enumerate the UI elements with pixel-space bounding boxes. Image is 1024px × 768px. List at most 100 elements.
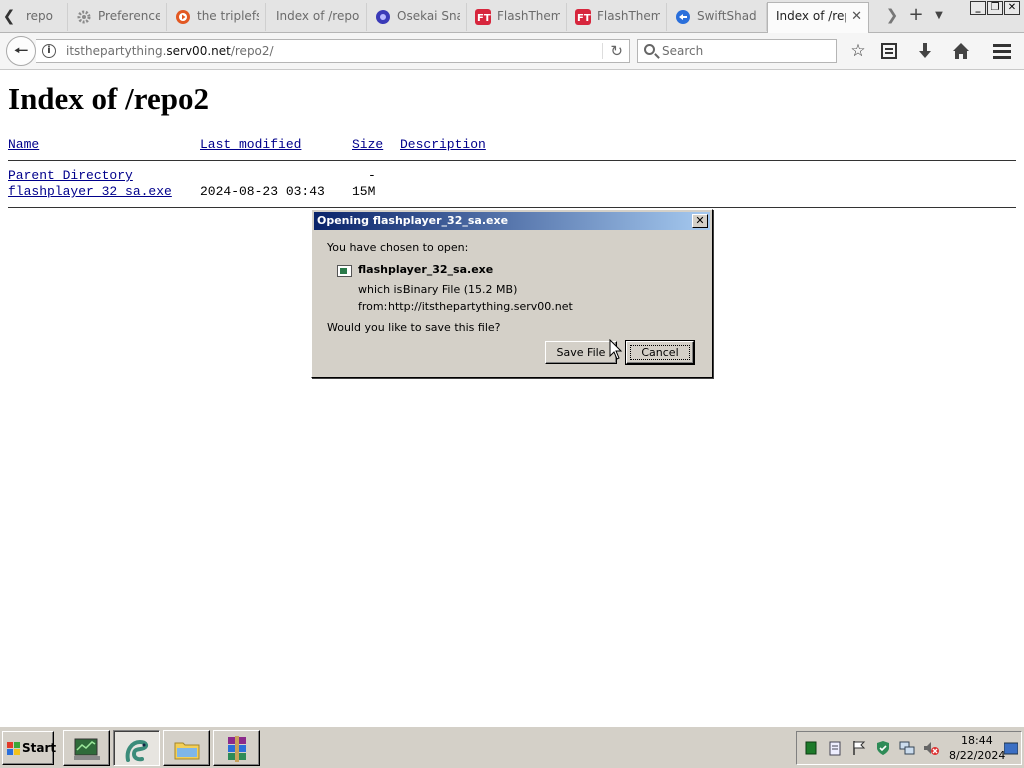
taskbar-monitor-app-button[interactable] [63,730,110,766]
taskbar-winrar-button[interactable] [213,730,260,766]
taskbar: Start 18:44 8/22/2024 [0,726,1024,768]
tab-index-of-repo2[interactable]: Index of /repo2 ✕ [767,2,869,34]
cancel-label: Cancel [641,346,679,359]
divider [8,207,1016,208]
column-description-link[interactable]: Description [400,137,486,152]
tab-list-chevron-down-icon[interactable]: ▼ [930,4,948,28]
tab-label: FlashTheme [597,9,660,23]
url-divider [602,43,603,59]
from-label: from: [358,300,388,313]
back-button[interactable]: 🠔 [6,36,36,66]
tab-label: SwiftShad [697,9,757,23]
table-row-size: - [368,168,376,183]
tab-repo[interactable]: repo [18,3,68,31]
start-button[interactable]: Start [2,731,57,765]
url-path: /repo2/ [230,44,274,58]
file-link-flashplayer[interactable]: flashplayer 32 sa.exe [8,184,172,199]
minimize-button[interactable]: _ [970,1,986,15]
system-tray: 18:44 8/22/2024 [796,731,1022,765]
start-label: Start [22,741,57,755]
tab-label: Index of /repo [276,9,360,23]
parent-directory-link[interactable]: Parent Directory [8,168,133,183]
file-icon [337,265,352,277]
tab-flashtheme-2[interactable]: FT FlashTheme [567,3,667,31]
green-status-icon[interactable] [803,740,819,756]
which-is-label: which is: [358,283,407,296]
info-icon[interactable]: i [42,44,56,58]
clock-time[interactable]: 18:44 [961,734,993,747]
page-content: Index of /repo2 Name Last modified Size … [0,71,1024,725]
tab-scroll-left-button[interactable]: ❮ [0,4,18,28]
divider [8,160,1016,161]
flag-icon[interactable] [851,740,867,756]
tab-label: the triplefs [197,9,259,23]
column-size-link[interactable]: Size [352,137,383,152]
taskbar-explorer-button[interactable] [163,730,210,766]
home-icon[interactable] [950,41,972,63]
windows-logo-icon [7,742,20,755]
serpent-browser-icon [125,739,149,762]
tab-osekai-snap[interactable]: Osekai Snap [367,3,467,31]
table-row-size: 15M [352,184,376,199]
dialog-question: Would you like to save this file? [327,321,501,334]
url-text[interactable]: itsthepartything.serv00.net/repo2/ [66,44,274,58]
url-bar[interactable]: i itsthepartything.serv00.net/repo2/ ↻ [36,39,630,63]
volume-muted-icon[interactable] [923,740,939,756]
svg-text:FT: FT [577,13,591,24]
download-dialog: Opening flashplayer_32_sa.exe ✕ You have… [311,209,713,378]
navigation-toolbar: 🠔 i itsthepartything.serv00.net/repo2/ ↻… [0,33,1024,70]
download-icon[interactable] [914,41,936,63]
close-icon[interactable]: ✕ [851,3,862,30]
tab-strip: ❮ repo Preferences the triplefs Index of… [0,0,1024,34]
window-close-button[interactable]: ✕ [1004,1,1020,15]
url-host: serv00.net [166,44,231,58]
reload-icon[interactable]: ↻ [610,42,623,60]
tab-label: Index of /repo2 [776,9,846,23]
column-name-link[interactable]: Name [8,137,39,152]
winrar-icon [228,736,246,762]
table-row-modified: 2024-08-23 03:43 [200,184,325,199]
close-icon[interactable]: ✕ [692,214,708,228]
tab-flashtheme-1[interactable]: FT FlashTheme [467,3,567,31]
bookmarks-list-icon[interactable] [878,41,900,63]
play-circle-icon [176,10,190,24]
folder-icon [174,742,200,760]
tab-label: Preferences [98,9,160,23]
menu-hamburger-icon[interactable] [991,41,1013,63]
dialog-intro: You have chosen to open: [327,241,469,254]
show-desktop-icon[interactable] [1004,741,1018,757]
tab-the-triplefs[interactable]: the triplefs [167,3,266,31]
tab-preferences[interactable]: Preferences [68,3,167,31]
taskbar-browser-button[interactable] [113,730,160,766]
dialog-titlebar[interactable]: Opening flashplayer_32_sa.exe ✕ [314,212,710,230]
save-file-button[interactable]: Save File [545,341,617,364]
cancel-button[interactable]: Cancel [625,340,695,365]
svg-text:FT: FT [477,13,491,24]
tab-scroll-right-button[interactable]: ❯ [884,4,900,28]
which-is-value: Binary File (15.2 MB) [403,283,518,296]
new-tab-button[interactable]: + [906,4,926,28]
shield-icon[interactable] [875,740,891,756]
flashtheme-icon: FT [475,9,491,25]
tab-swiftshad[interactable]: SwiftShad [667,3,767,31]
tab-label: FlashTheme [497,9,560,23]
clock-date[interactable]: 8/22/2024 [949,749,1005,762]
page-title: Index of /repo2 [8,81,209,116]
dialog-title: Opening flashplayer_32_sa.exe [317,214,509,227]
mouse-cursor-icon [609,339,623,360]
column-last-modified-link[interactable]: Last modified [200,137,301,152]
search-icon [644,44,655,55]
osekai-icon [376,10,390,24]
url-prefix: itsthepartything. [66,44,167,58]
restore-button[interactable]: ❐ [987,1,1003,15]
clipboard-icon[interactable] [827,740,843,756]
flashtheme-icon: FT [575,9,591,25]
monitor-icon [74,738,100,760]
tab-index-of-repo[interactable]: Index of /repo [266,3,367,31]
search-input[interactable]: Search [662,44,703,58]
dialog-filename: flashplayer_32_sa.exe [358,263,494,276]
from-value: http://itsthepartything.serv00.net [388,300,573,313]
network-icon[interactable] [899,740,915,756]
bookmark-star-icon[interactable]: ☆ [847,41,869,63]
search-bar[interactable]: Search [637,39,837,63]
